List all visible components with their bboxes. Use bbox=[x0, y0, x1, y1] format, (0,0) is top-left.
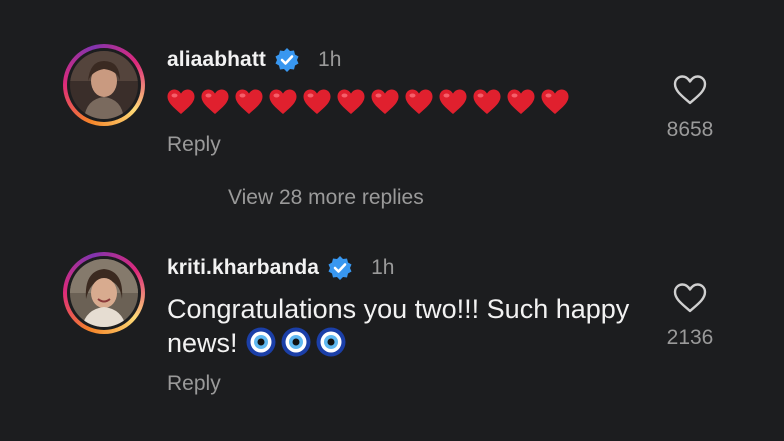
heart-outline-icon[interactable] bbox=[673, 283, 707, 313]
evil-eye-emoji bbox=[281, 327, 311, 357]
red-heart-emoji bbox=[303, 89, 331, 114]
comment-timestamp: 1h bbox=[371, 256, 395, 279]
avatar-photo bbox=[70, 259, 138, 327]
red-heart-emoji bbox=[167, 89, 195, 114]
heart-outline-icon[interactable] bbox=[673, 75, 707, 105]
red-heart-emoji bbox=[439, 89, 467, 114]
comment-text-line-end: news! bbox=[167, 328, 238, 358]
reply-button[interactable]: Reply bbox=[167, 372, 221, 396]
avatar[interactable] bbox=[63, 252, 145, 334]
red-heart-emoji bbox=[201, 89, 229, 114]
comment-text bbox=[166, 88, 570, 116]
comment-username[interactable]: kriti.kharbanda bbox=[167, 256, 319, 280]
reply-button[interactable]: Reply bbox=[167, 133, 221, 157]
evil-eye-emoji-group bbox=[246, 327, 346, 357]
comment-kriti-kharbanda: kriti.kharbanda 1h Congratulations you t… bbox=[0, 250, 784, 420]
red-heart-emoji bbox=[405, 89, 433, 114]
avatar-photo bbox=[70, 51, 138, 119]
evil-eye-emoji bbox=[316, 327, 346, 357]
verified-badge-icon bbox=[328, 256, 352, 280]
comment-text-line: news! bbox=[167, 326, 647, 360]
red-heart-emoji bbox=[371, 89, 399, 114]
like-count: 8658 bbox=[666, 118, 714, 141]
red-heart-emoji bbox=[269, 89, 297, 114]
verified-badge-icon bbox=[275, 48, 299, 72]
evil-eye-emoji bbox=[246, 327, 276, 357]
comment-text-line: Congratulations you two!!! Such happy bbox=[167, 294, 630, 324]
red-heart-emoji bbox=[337, 89, 365, 114]
red-heart-emoji bbox=[507, 89, 535, 114]
comment-text: Congratulations you two!!! Such happy ne… bbox=[167, 292, 647, 360]
comment-username[interactable]: aliaabhatt bbox=[167, 48, 266, 72]
red-heart-emoji bbox=[541, 89, 569, 114]
comments-screen: aliaabhatt 1h Reply 8658 View 28 more re… bbox=[0, 0, 784, 441]
red-heart-emoji bbox=[235, 89, 263, 114]
view-more-replies-button[interactable]: View 28 more replies bbox=[228, 186, 424, 210]
avatar[interactable] bbox=[63, 44, 145, 126]
like-count: 2136 bbox=[666, 326, 714, 349]
comment-timestamp: 1h bbox=[318, 48, 342, 71]
comment-aliaabhatt: aliaabhatt 1h Reply 8658 bbox=[0, 0, 784, 170]
red-heart-emoji bbox=[473, 89, 501, 114]
